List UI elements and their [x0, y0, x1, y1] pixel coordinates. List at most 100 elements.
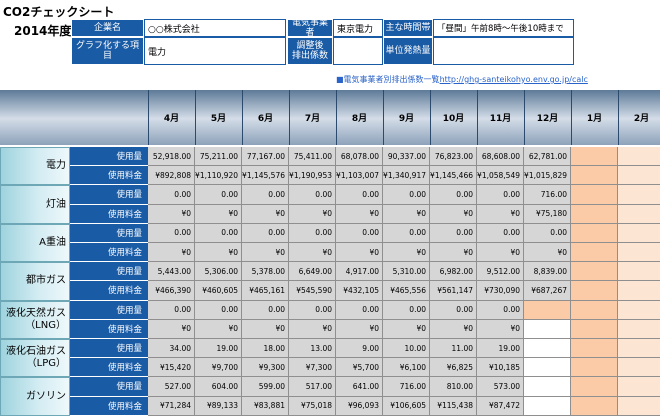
cost-cell[interactable]: ¥465,556 — [383, 281, 430, 301]
cost-cell[interactable]: ¥0 — [477, 204, 524, 224]
usage-cell[interactable] — [571, 300, 618, 320]
usage-cell[interactable]: 9.00 — [336, 339, 383, 359]
cost-cell[interactable]: ¥0 — [524, 243, 571, 263]
cost-cell[interactable]: ¥1,058,549 — [477, 166, 524, 186]
usage-cell[interactable]: 0.00 — [336, 223, 383, 243]
cost-cell[interactable]: ¥0 — [336, 319, 383, 339]
cost-cell[interactable]: ¥687,267 — [524, 281, 571, 301]
usage-cell[interactable] — [571, 262, 618, 282]
cost-cell[interactable]: ¥96,093 — [336, 396, 383, 416]
cost-cell[interactable]: ¥432,105 — [336, 281, 383, 301]
usage-cell[interactable]: 68,078.00 — [336, 147, 383, 167]
cost-cell[interactable]: ¥0 — [148, 243, 195, 263]
usage-cell[interactable]: 75,211.00 — [195, 147, 242, 167]
usage-cell[interactable]: 0.00 — [148, 185, 195, 205]
cost-cell[interactable]: ¥87,472 — [477, 396, 524, 416]
cost-cell[interactable]: ¥0 — [242, 204, 289, 224]
usage-cell[interactable]: 19.00 — [477, 339, 524, 359]
cost-cell[interactable]: ¥0 — [195, 319, 242, 339]
cost-cell[interactable]: ¥6,100 — [383, 358, 430, 378]
cost-cell[interactable]: ¥0 — [195, 204, 242, 224]
cost-cell[interactable]: ¥89,133 — [195, 396, 242, 416]
cost-cell[interactable]: ¥0 — [477, 319, 524, 339]
cost-cell[interactable] — [618, 204, 660, 224]
usage-cell[interactable]: 10.00 — [383, 339, 430, 359]
usage-cell[interactable]: 0.00 — [383, 185, 430, 205]
usage-cell[interactable]: 0.00 — [148, 300, 195, 320]
usage-cell[interactable]: 5,443.00 — [148, 262, 195, 282]
usage-cell[interactable]: 13.00 — [289, 339, 336, 359]
usage-cell[interactable]: 0.00 — [524, 223, 571, 243]
cost-cell[interactable]: ¥466,390 — [148, 281, 195, 301]
usage-cell[interactable] — [618, 377, 660, 397]
usage-cell[interactable]: 77,167.00 — [242, 147, 289, 167]
usage-cell[interactable] — [571, 147, 618, 167]
cost-cell[interactable]: ¥0 — [336, 204, 383, 224]
usage-cell[interactable]: 716.00 — [383, 377, 430, 397]
cost-cell[interactable]: ¥561,147 — [430, 281, 477, 301]
cost-cell[interactable]: ¥0 — [477, 243, 524, 263]
cost-cell[interactable]: ¥0 — [242, 243, 289, 263]
cost-cell[interactable]: ¥0 — [430, 204, 477, 224]
usage-cell[interactable]: 76,823.00 — [430, 147, 477, 167]
usage-cell[interactable]: 604.00 — [195, 377, 242, 397]
cost-cell[interactable]: ¥1,145,466 — [430, 166, 477, 186]
unit-heat-field[interactable] — [433, 37, 574, 65]
usage-cell[interactable]: 0.00 — [242, 185, 289, 205]
usage-cell[interactable] — [524, 339, 571, 359]
usage-cell[interactable]: 0.00 — [242, 300, 289, 320]
cost-cell[interactable]: ¥0 — [289, 204, 336, 224]
usage-cell[interactable]: 0.00 — [430, 185, 477, 205]
usage-cell[interactable]: 0.00 — [383, 300, 430, 320]
cost-cell[interactable]: ¥0 — [430, 243, 477, 263]
cost-cell[interactable]: ¥1,103,007 — [336, 166, 383, 186]
usage-cell[interactable]: 0.00 — [289, 300, 336, 320]
cost-cell[interactable]: ¥1,190,953 — [289, 166, 336, 186]
utility-field[interactable]: 東京電力 — [333, 19, 383, 37]
cost-cell[interactable]: ¥0 — [195, 243, 242, 263]
usage-cell[interactable]: 18.00 — [242, 339, 289, 359]
cost-cell[interactable]: ¥460,605 — [195, 281, 242, 301]
graph-item-field[interactable]: 電力 — [144, 37, 286, 65]
cost-cell[interactable] — [618, 396, 660, 416]
cost-cell[interactable]: ¥7,300 — [289, 358, 336, 378]
cost-cell[interactable]: ¥1,015,829 — [524, 166, 571, 186]
usage-cell[interactable]: 75,411.00 — [289, 147, 336, 167]
cost-cell[interactable]: ¥892,808 — [148, 166, 195, 186]
usage-cell[interactable] — [571, 223, 618, 243]
cost-cell[interactable] — [524, 319, 571, 339]
usage-cell[interactable]: 641.00 — [336, 377, 383, 397]
cost-cell[interactable]: ¥115,438 — [430, 396, 477, 416]
usage-cell[interactable]: 19.00 — [195, 339, 242, 359]
usage-cell[interactable]: 0.00 — [195, 185, 242, 205]
usage-cell[interactable]: 4,917.00 — [336, 262, 383, 282]
cost-cell[interactable]: ¥5,700 — [336, 358, 383, 378]
cost-cell[interactable] — [571, 396, 618, 416]
usage-cell[interactable]: 517.00 — [289, 377, 336, 397]
usage-cell[interactable]: 0.00 — [477, 223, 524, 243]
cost-cell[interactable]: ¥730,090 — [477, 281, 524, 301]
cost-cell[interactable]: ¥9,700 — [195, 358, 242, 378]
cost-cell[interactable] — [618, 319, 660, 339]
cost-cell[interactable]: ¥9,300 — [242, 358, 289, 378]
usage-cell[interactable]: 599.00 — [242, 377, 289, 397]
cost-cell[interactable]: ¥0 — [289, 319, 336, 339]
cost-cell[interactable]: ¥0 — [383, 204, 430, 224]
usage-cell[interactable]: 0.00 — [289, 223, 336, 243]
cost-cell[interactable]: ¥0 — [383, 243, 430, 263]
usage-cell[interactable]: 0.00 — [289, 185, 336, 205]
cost-cell[interactable] — [571, 166, 618, 186]
cost-cell[interactable]: ¥1,340,917 — [383, 166, 430, 186]
cost-cell[interactable] — [524, 358, 571, 378]
cost-cell[interactable] — [618, 166, 660, 186]
usage-cell[interactable]: 9,512.00 — [477, 262, 524, 282]
cost-cell[interactable] — [618, 281, 660, 301]
usage-cell[interactable]: 0.00 — [477, 300, 524, 320]
usage-cell[interactable]: 0.00 — [430, 223, 477, 243]
cost-cell[interactable]: ¥6,825 — [430, 358, 477, 378]
usage-cell[interactable] — [524, 377, 571, 397]
usage-cell[interactable] — [524, 300, 571, 320]
adjusted-factor-field[interactable] — [333, 37, 383, 65]
usage-cell[interactable]: 716.00 — [524, 185, 571, 205]
usage-cell[interactable] — [618, 339, 660, 359]
